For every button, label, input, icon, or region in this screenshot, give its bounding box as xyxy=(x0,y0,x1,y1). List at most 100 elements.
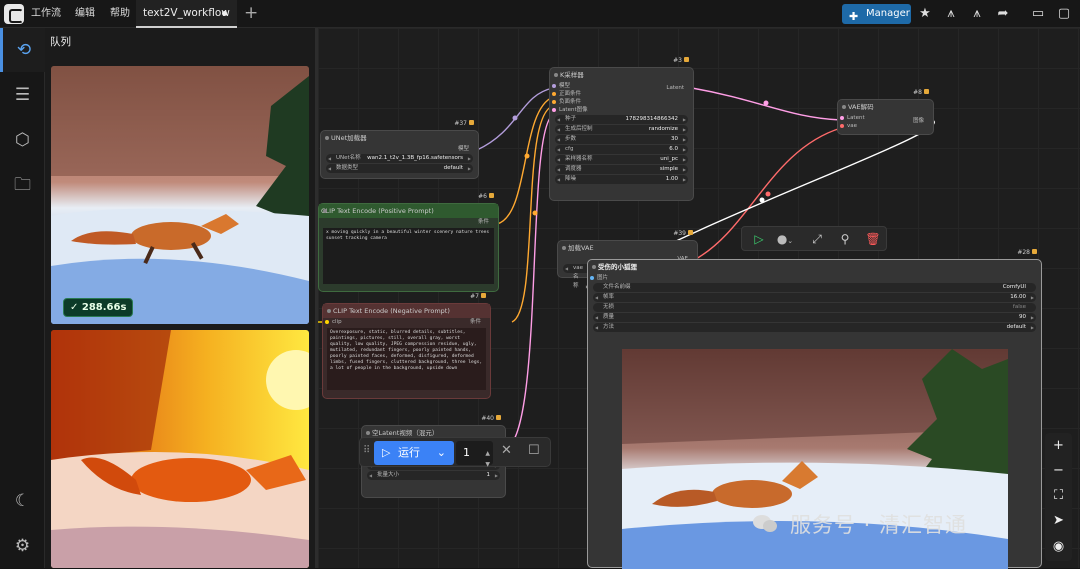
node-id: #3 xyxy=(673,57,689,64)
widget-value: 6.0 xyxy=(669,146,678,152)
widget-value: 16.00 xyxy=(1010,294,1026,300)
widget-label: 采样器名称 xyxy=(565,156,593,162)
widget-denoise[interactable]: 降噪 1.00 xyxy=(555,175,688,184)
widget-label: 帧率 xyxy=(603,294,615,300)
cancel-x-icon[interactable]: ✕ xyxy=(501,443,512,458)
widget-filename-prefix[interactable]: 文件名前缀 ComfyUI xyxy=(593,283,1036,292)
zoom-out-icon[interactable]: − xyxy=(1045,458,1072,483)
widget-label: 方法 xyxy=(603,324,615,330)
node-vae-decode[interactable]: #8 VAE解码 图像 Latent vae xyxy=(837,89,934,135)
node-title: UNet加载器 xyxy=(321,131,478,145)
widget-label: 生成后控制 xyxy=(565,126,593,132)
widget-control[interactable]: 生成后控制 randomize xyxy=(555,125,688,134)
reroute-dot xyxy=(532,210,538,216)
node-negative-prompt[interactable]: #7 CLIP Text Encode (Negative Prompt) cl… xyxy=(322,293,491,399)
delete-trash-icon[interactable]: 🗑 xyxy=(864,230,882,248)
clear-queue-icon[interactable]: ☐ xyxy=(528,443,540,458)
widget-cfg[interactable]: cfg 6.0 xyxy=(555,145,688,154)
widget-label: 种子 xyxy=(565,116,577,122)
bypass-icon[interactable]: ⤢ xyxy=(808,230,826,248)
input-slot[interactable]: 负面条件 xyxy=(550,98,693,106)
input-slot[interactable]: Latent图像 xyxy=(550,106,693,114)
run-node-icon[interactable]: ▷ xyxy=(750,230,768,248)
widget-quality[interactable]: 质量 90 xyxy=(593,313,1036,322)
widget-sampler[interactable]: 采样器名称 uni_pc xyxy=(555,155,688,164)
input-label: Latent xyxy=(847,115,865,121)
input-image[interactable]: 图片 xyxy=(588,274,1041,282)
widget-value: default xyxy=(1006,324,1026,330)
widget-value: randomize xyxy=(648,126,678,132)
widget-lossless[interactable]: 无损 false xyxy=(593,303,1036,312)
widget-label: 调度器 xyxy=(565,166,582,172)
select-mode-icon[interactable]: ➤ xyxy=(1045,508,1072,533)
widget-label: 质量 xyxy=(603,314,615,320)
chevron-down-icon[interactable]: ⌄ xyxy=(437,441,446,465)
run-button[interactable]: ▷ 运行 ⌄ xyxy=(374,441,454,465)
output-label: 条件 xyxy=(469,319,481,325)
batch-count-input[interactable]: 1 ▲ ▼ xyxy=(456,441,493,468)
node-id: #7 xyxy=(470,293,486,300)
widget-steps[interactable]: 步数 30 xyxy=(555,135,688,144)
widget-value: ComfyUI xyxy=(1002,284,1026,290)
input-clip[interactable]: clip 条件 xyxy=(323,318,490,326)
widget-value: simple xyxy=(659,166,678,172)
widget-value: 1.00 xyxy=(665,176,678,182)
widget-batch[interactable]: 批量大小1 xyxy=(367,471,500,480)
node-id: #40 xyxy=(481,415,501,422)
input-label: 负面条件 xyxy=(559,99,582,105)
decrement-icon[interactable]: ▼ xyxy=(485,453,490,477)
input-label: 模型 xyxy=(559,83,571,89)
wechat-icon xyxy=(753,515,777,532)
node-ksampler[interactable]: #3 K采样器 Latent 模型 正面条件 负面条件 Latent图像 种子1… xyxy=(549,57,694,201)
widget-scheduler[interactable]: 调度器 simple xyxy=(555,165,688,174)
run-label: 运行 xyxy=(398,446,420,459)
widget-value: 30 xyxy=(671,136,678,142)
node-id: #37 xyxy=(454,120,474,127)
widget-value: 90 xyxy=(1019,314,1026,320)
negative-prompt-text[interactable]: Overexposure, static, blurred details, s… xyxy=(327,328,486,390)
reroute-dot xyxy=(759,197,765,203)
reroute-dot xyxy=(524,153,530,159)
zoom-in-icon[interactable]: + xyxy=(1045,433,1072,458)
node-title: VAE解码 xyxy=(838,100,933,114)
widget-label: cfg xyxy=(565,146,574,152)
input-slot[interactable]: vae xyxy=(838,122,933,130)
node-unet-loader[interactable]: #37 UNet加载器 模型 UNet名称 wan2.1_t2v_1.3B_fp1… xyxy=(320,120,479,179)
drag-handle-icon[interactable]: ⠿ xyxy=(363,445,370,456)
fit-view-icon[interactable]: ⛶ xyxy=(1045,483,1072,508)
widget-unet-name[interactable]: UNet名称 wan2.1_t2v_1.3B_fp16.safetensors xyxy=(326,154,473,163)
widget-label: 批量大小 xyxy=(377,472,400,478)
output-model[interactable]: 模型 xyxy=(321,145,478,153)
pin-icon[interactable]: ⚲ xyxy=(836,230,854,248)
output-conditioning[interactable]: 条件 xyxy=(319,218,498,226)
node-id: #6 xyxy=(478,193,494,200)
reroute-dot xyxy=(512,115,518,121)
node-title: 加载VAE xyxy=(558,241,697,255)
batch-count-value: 1 xyxy=(463,446,470,459)
link-latent-in xyxy=(503,114,554,451)
node-title: K采样器 xyxy=(550,68,693,82)
widget-method[interactable]: 方法 default xyxy=(593,323,1036,332)
watermark-text: 服务号 · 清汇智通 xyxy=(790,513,968,537)
node-positive-prompt[interactable]: #6 CLIP Text Encode (Positive Prompt) 条件… xyxy=(318,193,499,292)
input-label: vae xyxy=(847,123,858,129)
input-slot[interactable]: Latent xyxy=(838,114,933,122)
canvas-controls: + − ⛶ ➤ ◉ xyxy=(1045,433,1072,561)
positive-prompt-text[interactable]: x moving quickly in a beautiful winter s… xyxy=(323,228,494,284)
widget-fps[interactable]: 帧率 16.00 xyxy=(593,293,1036,302)
visibility-eye-icon[interactable]: ◉ xyxy=(1045,534,1072,559)
play-icon: ▷ xyxy=(382,446,391,459)
link-positive xyxy=(496,96,554,225)
widget-dtype[interactable]: 数据类型 default xyxy=(326,164,473,173)
widget-value: wan2.1_t2v_1.3B_fp16.safetensors xyxy=(367,155,463,161)
node-id: #39 xyxy=(673,230,693,237)
input-label: Latent图像 xyxy=(559,107,588,113)
widget-seed[interactable]: 种子 178298314866342 xyxy=(555,115,688,124)
input-slot[interactable]: 正面条件 xyxy=(550,90,693,98)
run-bar: ⠿ ▷ 运行 ⌄ 1 ▲ ▼ ✕ ☐ xyxy=(359,437,551,468)
input-slot[interactable]: 模型 xyxy=(550,82,693,90)
reroute-dot xyxy=(765,191,771,197)
widget-value: default xyxy=(443,165,463,171)
widget-value: false xyxy=(1012,304,1026,310)
color-picker-icon[interactable]: ●⌄ xyxy=(776,230,794,248)
